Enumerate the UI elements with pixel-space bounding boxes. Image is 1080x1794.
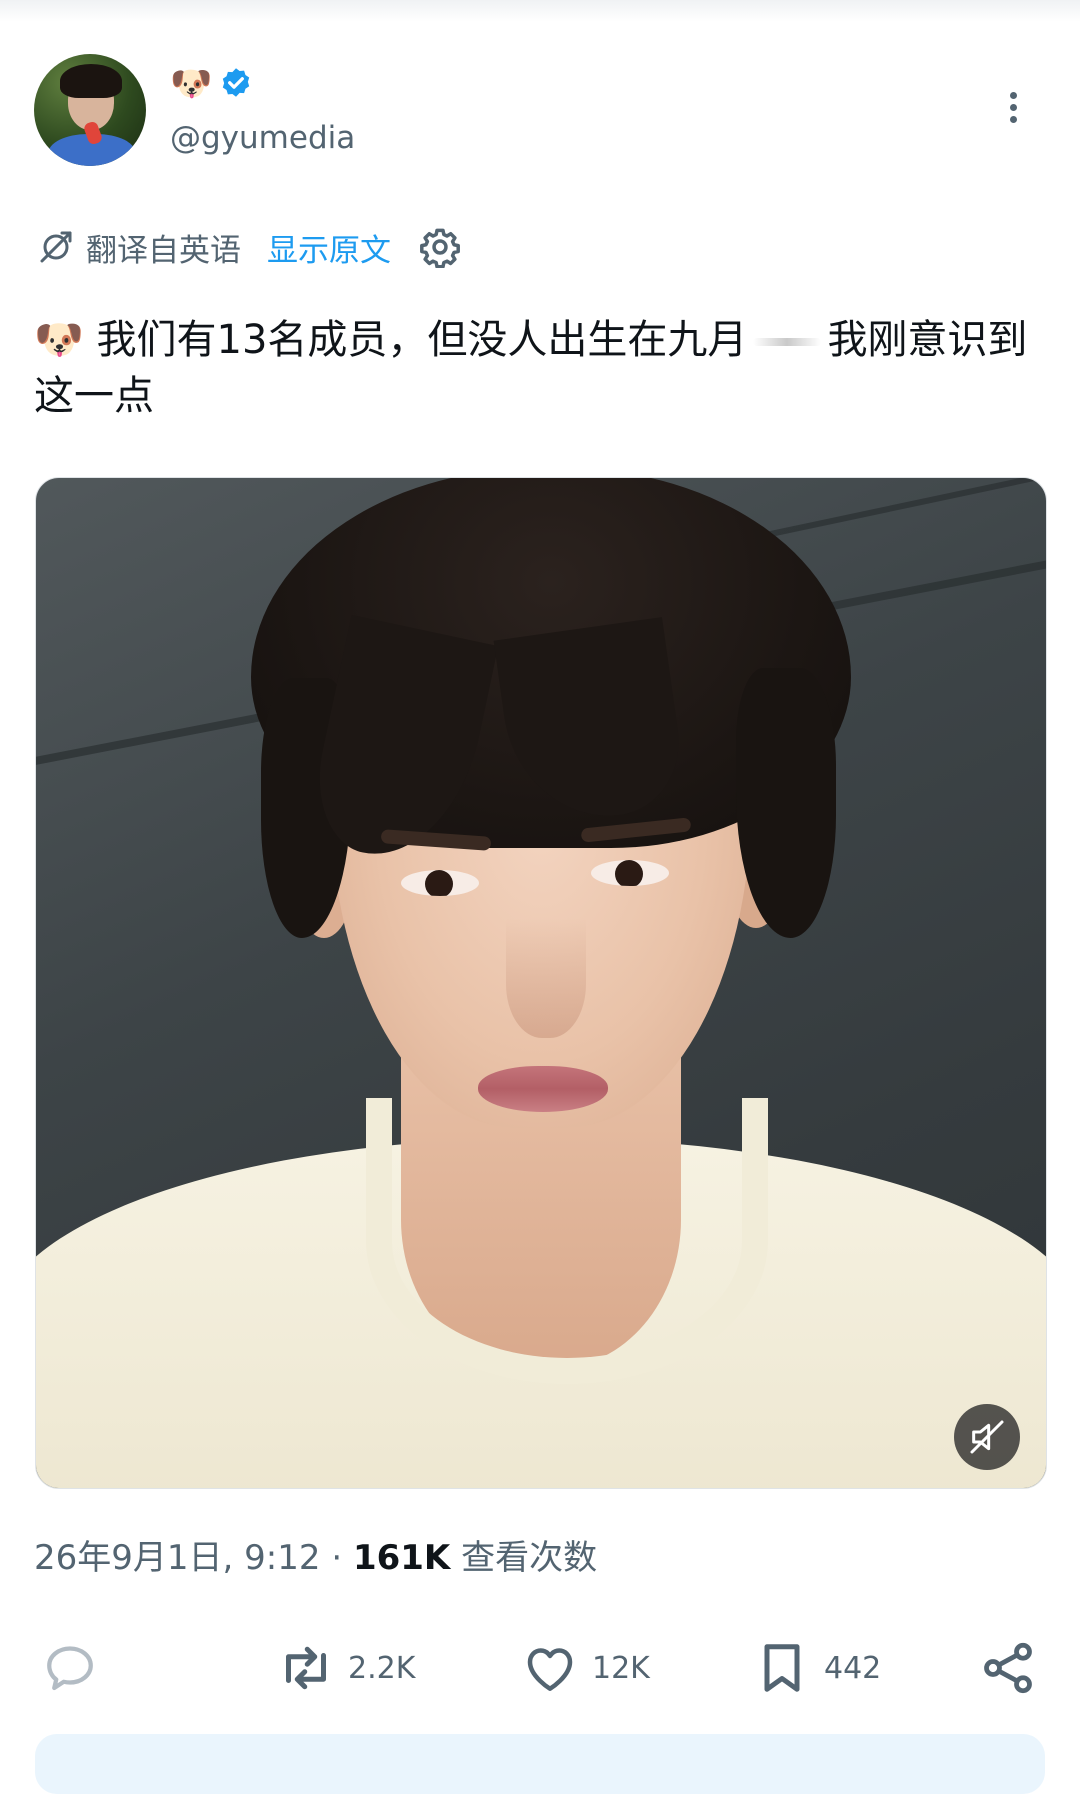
bookmark-count: 442 [824, 1650, 882, 1686]
reply-button[interactable] [40, 1628, 112, 1708]
share-button[interactable] [978, 1628, 1038, 1708]
translation-row: 翻译自英语 显示原文 [36, 222, 461, 272]
tweet-text: 🐶 我们有13名成员，但没人出生在九月 我刚意识到这一点 [34, 312, 1034, 424]
views-label: 查看次数 [461, 1538, 598, 1578]
bookmark-icon [764, 1644, 800, 1692]
reply-prompt-box[interactable] [35, 1734, 1045, 1794]
reply-icon [47, 1646, 93, 1691]
tweet-emoji: 🐶 [34, 317, 84, 363]
text-smudge [753, 338, 822, 346]
muted-speaker-icon [970, 1420, 1004, 1454]
show-original-link[interactable]: 显示原文 [267, 225, 391, 270]
action-bar: 2.2K 12K 442 [0, 1628, 1080, 1708]
more-options-icon[interactable] [1006, 92, 1020, 132]
translated-from-label: 翻译自英语 [86, 232, 241, 269]
like-count: 12K [592, 1650, 650, 1686]
retweet-icon [286, 1646, 326, 1690]
views-count: 161K [352, 1538, 451, 1578]
tweet-meta: 26年9月1日, 9:12 · 161K 查看次数 [34, 1530, 597, 1579]
display-name-emoji: 🐶 [170, 64, 213, 104]
person-lips [478, 1066, 608, 1112]
like-button[interactable]: 12K [520, 1628, 650, 1708]
retweet-count: 2.2K [348, 1650, 416, 1686]
author-avatar[interactable] [34, 54, 146, 166]
tweet-timestamp[interactable]: 26年9月1日, 9:12 [34, 1538, 321, 1578]
author-handle[interactable]: @gyumedia [170, 120, 355, 156]
retweet-button[interactable]: 2.2K [276, 1628, 415, 1708]
gear-icon[interactable] [419, 226, 461, 268]
person-eye [401, 870, 479, 896]
translate-icon [40, 231, 72, 263]
mute-toggle-button[interactable] [954, 1404, 1020, 1470]
verified-badge-icon [223, 68, 250, 97]
tweet-text-part1: 我们有13名成员，但没人出生在九月 [96, 317, 748, 363]
share-icon [984, 1642, 1032, 1694]
avatar-hair [60, 64, 122, 98]
meta-separator: · [331, 1538, 343, 1578]
shirt-neckline [366, 1098, 768, 1384]
person-nose [506, 918, 586, 1038]
heart-icon [527, 1648, 573, 1691]
top-edge [0, 0, 1080, 22]
author-name-row[interactable]: 🐶 [170, 64, 254, 104]
person-eye [591, 860, 669, 886]
bookmark-button[interactable]: 442 [752, 1628, 881, 1708]
tweet-video[interactable] [35, 477, 1047, 1489]
